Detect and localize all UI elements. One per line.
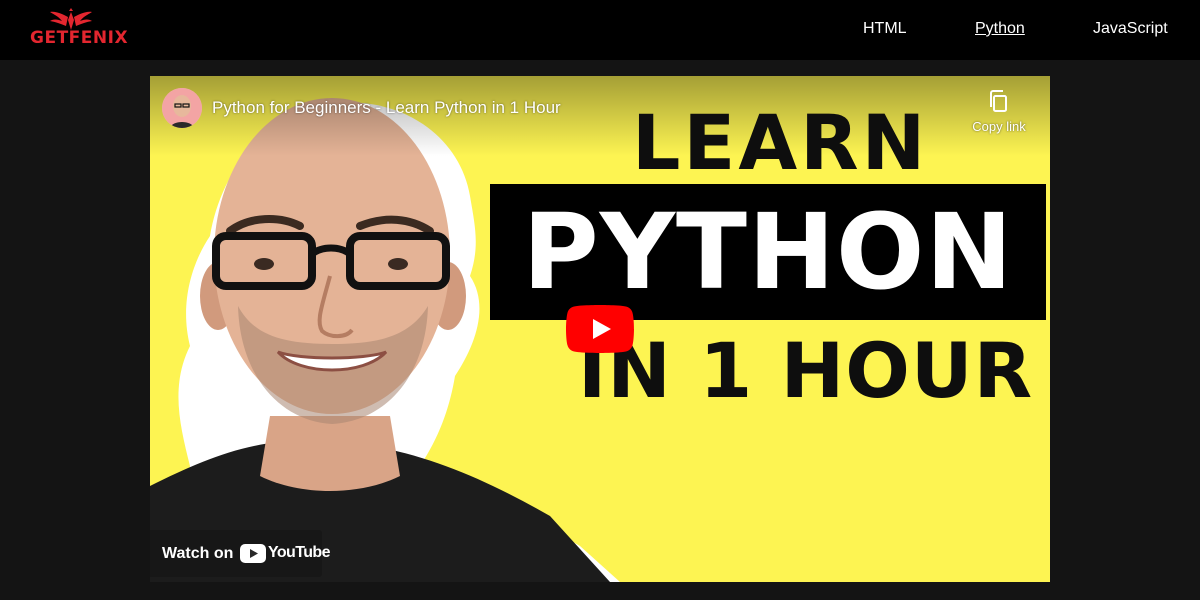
thumbnail-heading-hour: IN 1 HOUR (578, 326, 1034, 415)
thumbnail-heading-learn: LEARN (632, 98, 929, 187)
video-title[interactable]: Python for Beginners - Learn Python in 1… (212, 98, 561, 118)
watch-on-youtube-button[interactable]: Watch on YouTube (150, 530, 330, 577)
nav-link-javascript[interactable]: JavaScript (1093, 19, 1168, 39)
video-embed[interactable]: Python for Beginners - Learn Python in 1… (150, 76, 1050, 582)
nav-link-python[interactable]: Python (975, 19, 1025, 39)
top-navbar: GETFENIX HTML Python JavaScript (0, 0, 1200, 60)
nav-link-html[interactable]: HTML (863, 19, 907, 39)
thumbnail-python-banner: PYTHON (490, 184, 1046, 320)
youtube-play-icon[interactable] (566, 305, 634, 353)
brand-logo[interactable]: GETFENIX (30, 8, 129, 52)
watch-on-label: Watch on (162, 545, 234, 562)
youtube-wordmark: YouTube (268, 544, 330, 561)
brand-name: GETFENIX (30, 28, 129, 48)
youtube-logo-icon (240, 544, 266, 563)
thumbnail-heading-python: PYTHON (522, 191, 1014, 313)
channel-avatar[interactable] (162, 88, 202, 128)
copy-link-button[interactable]: Copy link (964, 88, 1034, 138)
copy-link-label: Copy link (972, 119, 1026, 134)
avatar-icon (162, 88, 202, 128)
copy-icon (990, 90, 1007, 112)
